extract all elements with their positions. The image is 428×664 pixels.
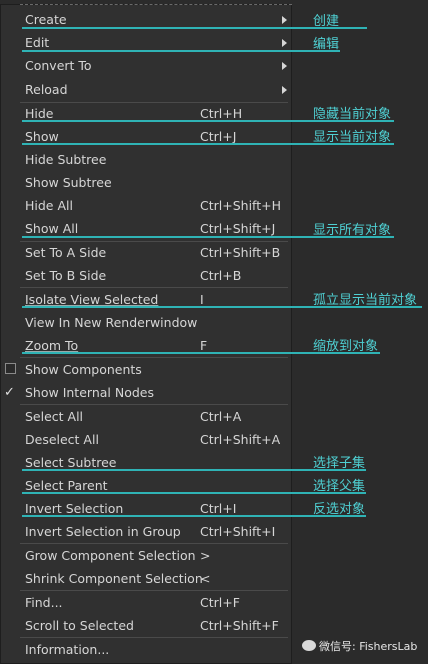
annotation-invert: 反选对象 (313, 502, 366, 517)
annotation-show: 显示当前对象 (313, 130, 392, 145)
checkmark-icon[interactable]: ✓ (4, 381, 15, 404)
annotation-create: 创建 (313, 14, 340, 29)
menu-item-select-all[interactable]: Select All Ctrl+A (0, 405, 292, 428)
menu-item-shrink-component-selection[interactable]: Shrink Component Selection < (0, 567, 292, 590)
submenu-arrow-icon (282, 39, 287, 47)
menu-item-hide-subtree[interactable]: Hide Subtree (0, 148, 292, 171)
unchecked-box-icon[interactable] (5, 363, 16, 374)
menu-item-grow-component-selection[interactable]: Grow Component Selection > (0, 544, 292, 567)
menu-item-set-to-b-side[interactable]: Set To B Side Ctrl+B (0, 264, 292, 287)
menu-item-show-internal-nodes[interactable]: ✓ Show Internal Nodes (0, 381, 292, 404)
menu-item-view-in-new-renderwindow[interactable]: View In New Renderwindow (0, 311, 292, 334)
watermark: 微信号: FishersLab (302, 638, 417, 654)
wechat-icon (302, 640, 316, 651)
menu-item-hide-all[interactable]: Hide All Ctrl+Shift+H (0, 194, 292, 217)
annotation-select-parent: 选择父集 (313, 479, 366, 494)
annotation-show-all: 显示所有对象 (313, 223, 392, 238)
menu-item-show-components[interactable]: Show Components (0, 358, 292, 381)
menu-item-deselect-all[interactable]: Deselect All Ctrl+Shift+A (0, 428, 292, 451)
submenu-arrow-icon (282, 16, 287, 24)
menu-item-convert-to[interactable]: Convert To (0, 54, 292, 77)
annotation-zoom: 缩放到对象 (313, 339, 379, 354)
submenu-arrow-icon (282, 62, 287, 70)
annotation-hide: 隐藏当前对象 (313, 107, 392, 122)
annotation-line-edit (22, 50, 340, 52)
menu-item-show-subtree[interactable]: Show Subtree (0, 171, 292, 194)
menu-item-scroll-to-selected[interactable]: Scroll to Selected Ctrl+Shift+F (0, 614, 292, 637)
annotation-select-subtree: 选择子集 (313, 456, 366, 471)
menu-item-find[interactable]: Find... Ctrl+F (0, 591, 292, 614)
annotation-edit: 编辑 (313, 37, 340, 52)
menu-item-set-to-a-side[interactable]: Set To A Side Ctrl+Shift+B (0, 241, 292, 264)
menu-item-information[interactable]: Information... (0, 638, 292, 661)
menu-tearoff-line[interactable] (20, 4, 292, 5)
menu-item-invert-selection-in-group[interactable]: Invert Selection in Group Ctrl+Shift+I (0, 520, 292, 543)
annotation-isolate: 孤立显示当前对象 (313, 293, 418, 308)
menu-item-reload[interactable]: Reload (0, 78, 292, 101)
submenu-arrow-icon (282, 86, 287, 94)
